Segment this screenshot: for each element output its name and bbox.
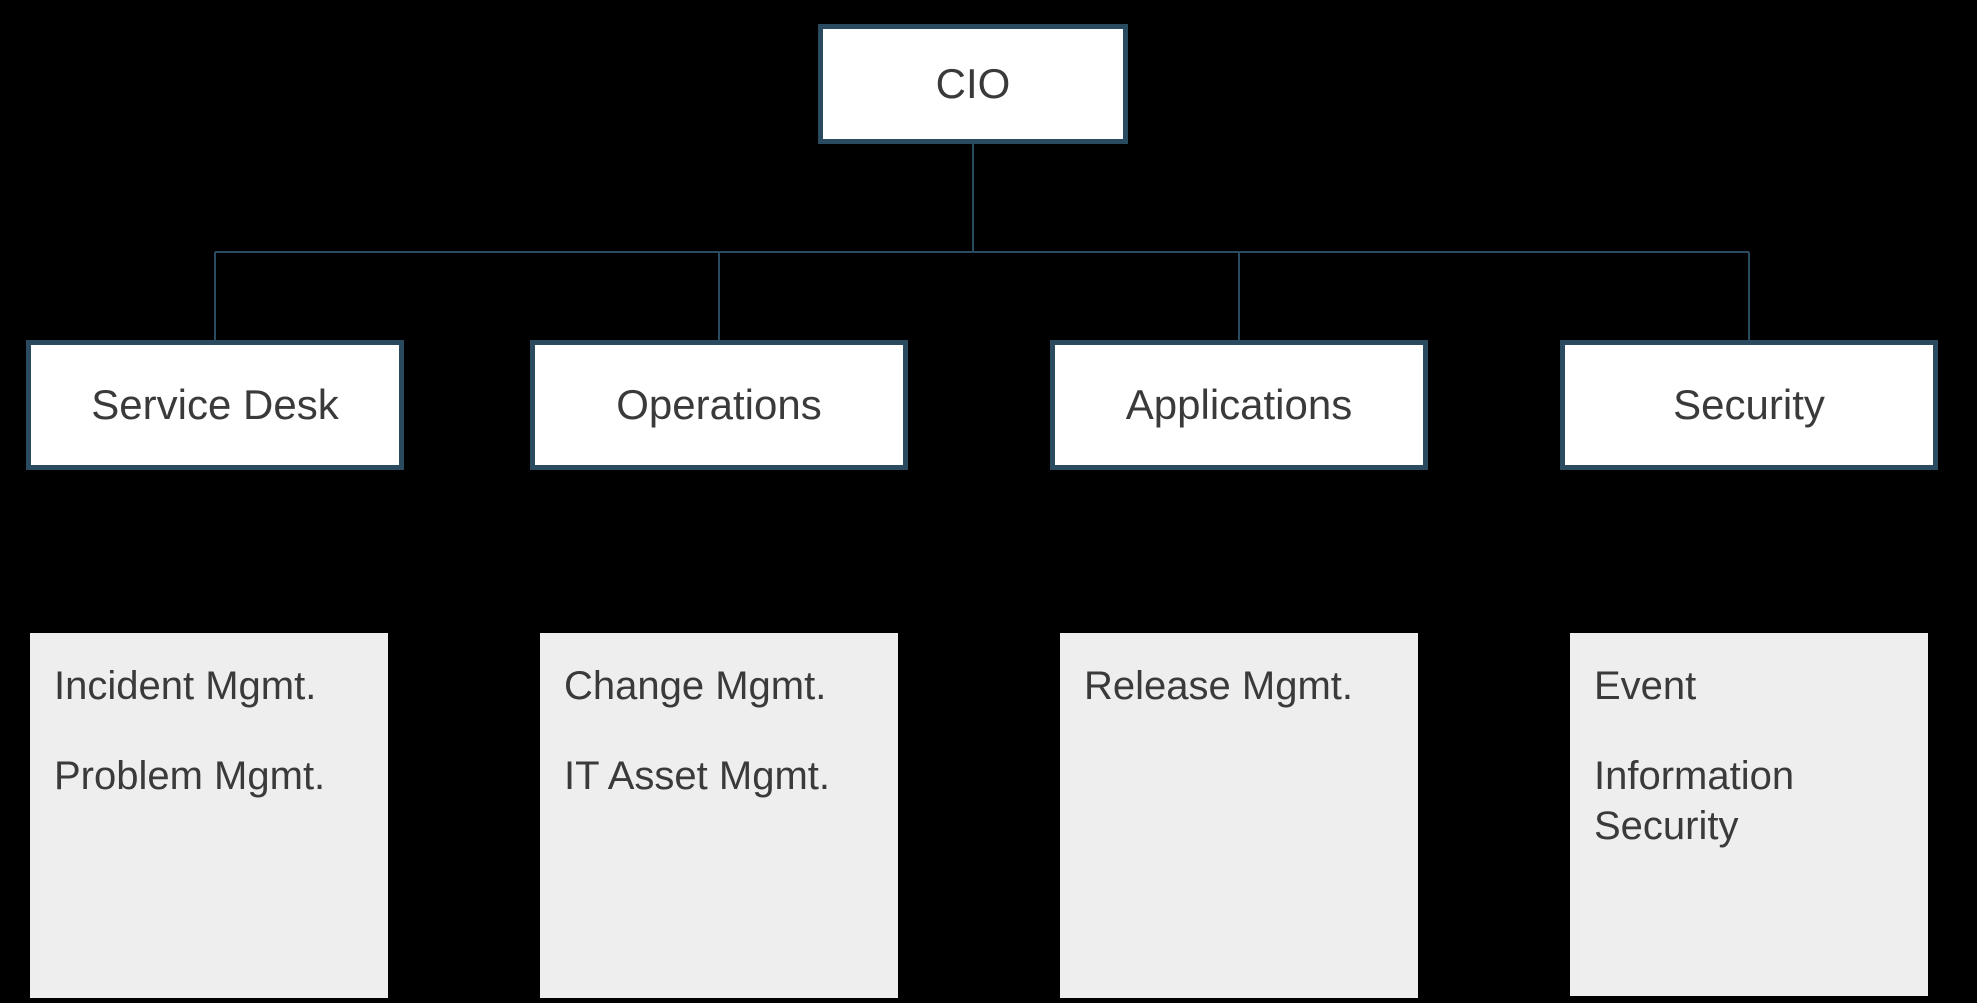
org-chart-child-label: Service Desk xyxy=(91,381,338,429)
org-chart-detail-item: IT Asset Mgmt. xyxy=(564,751,874,801)
org-chart-root-node: CIO xyxy=(818,24,1128,144)
org-chart-detail-item: Release Mgmt. xyxy=(1084,661,1394,711)
org-chart-child-node: Applications xyxy=(1050,340,1428,470)
org-chart-child-label: Applications xyxy=(1126,381,1352,429)
org-chart-detail-box: Release Mgmt. xyxy=(1060,633,1418,998)
org-chart-detail-item: Information Security xyxy=(1594,751,1904,851)
org-chart-child-label: Operations xyxy=(616,381,821,429)
org-chart-detail-box: Change Mgmt. IT Asset Mgmt. xyxy=(540,633,898,998)
org-chart-child-node: Operations xyxy=(530,340,908,470)
org-chart-detail-item: Change Mgmt. xyxy=(564,661,874,711)
org-chart-child-label: Security xyxy=(1673,381,1825,429)
org-chart-root-label: CIO xyxy=(936,60,1011,108)
org-chart-child-node: Security xyxy=(1560,340,1938,470)
org-chart-detail-item: Problem Mgmt. xyxy=(54,751,364,801)
org-chart-detail-box: Incident Mgmt. Problem Mgmt. xyxy=(30,633,388,998)
org-chart-detail-item: Incident Mgmt. xyxy=(54,661,364,711)
org-chart-child-node: Service Desk xyxy=(26,340,404,470)
org-chart-detail-item: Event xyxy=(1594,661,1904,711)
org-chart-detail-box: Event Information Security xyxy=(1570,633,1928,996)
